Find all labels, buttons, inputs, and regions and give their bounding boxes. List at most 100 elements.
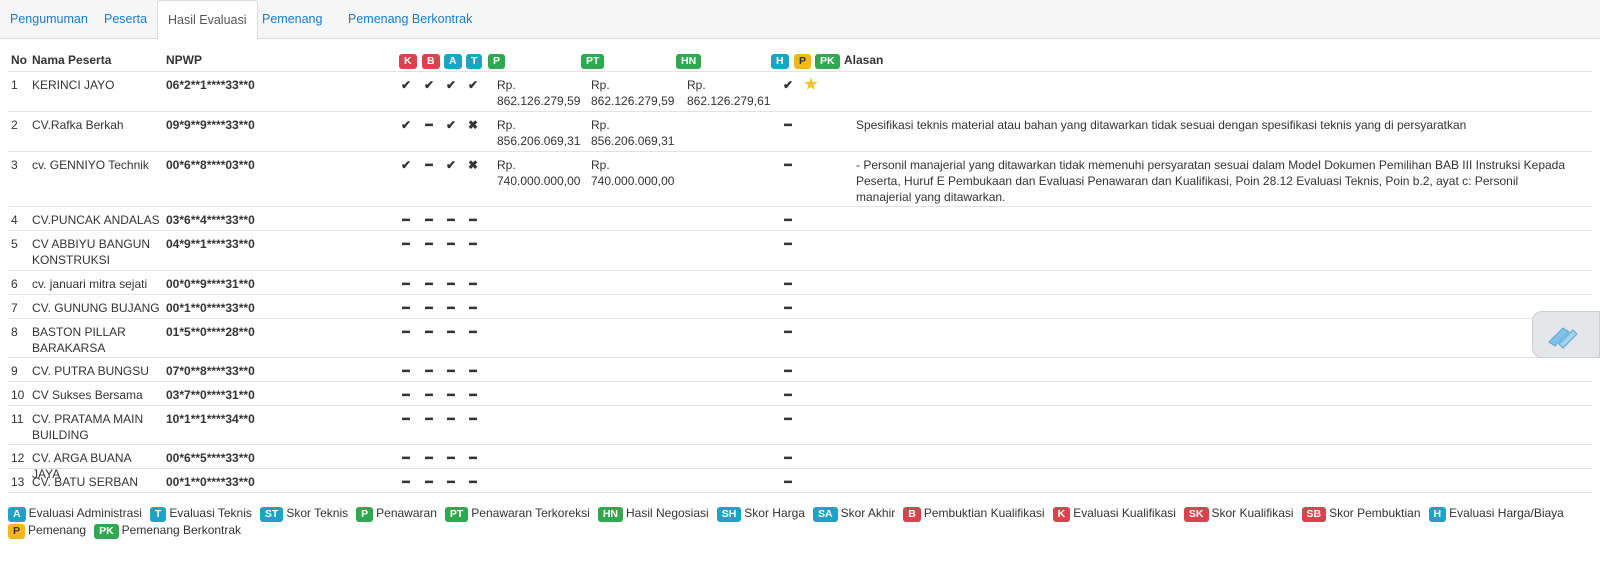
- check-icon: ✔: [400, 118, 412, 132]
- check-icon: ✔: [782, 78, 794, 92]
- row-no: 6: [11, 277, 18, 291]
- row-no: 11: [11, 412, 24, 426]
- participant-name: CV Sukses Bersama: [32, 388, 143, 402]
- participant-name: CV. PRATAMA MAIN BUILDING: [32, 412, 144, 442]
- dash-icon: ━: [402, 277, 410, 291]
- penawaran-terkoreksi-value: Rp. 740.000.000,00: [591, 158, 675, 188]
- floating-pencil-button[interactable]: [1532, 311, 1600, 358]
- legend-item: SK Skor Kualifikasi: [1183, 505, 1294, 522]
- dash-icon: ━: [425, 475, 433, 489]
- legend-badge: ST: [259, 507, 284, 522]
- dash-icon: ━: [469, 364, 477, 378]
- legend-label: Skor Teknis: [286, 506, 349, 520]
- tab-pemenang-berkontrak[interactable]: Pemenang Berkontrak: [338, 0, 482, 39]
- dash-icon: ━: [447, 277, 455, 291]
- header-badge-pemenang: P: [794, 54, 812, 69]
- table-row: 11 CV. PRATAMA MAIN BUILDING 10*1**1****34…: [8, 405, 1592, 444]
- legend-item: SH Skor Harga: [716, 505, 805, 522]
- tab-bar: Pengumuman Peserta Hasil Evaluasi Pemena…: [0, 0, 1600, 40]
- legend-item: A Evaluasi Administrasi: [8, 505, 142, 522]
- hasil-negosiasi-value: Rp. 862.126.279,61: [687, 78, 771, 108]
- tab-hasil-evaluasi[interactable]: Hasil Evaluasi: [157, 0, 258, 40]
- participant-name: cv. GENNIYO Technik: [32, 158, 149, 172]
- legend-badge: P: [8, 524, 26, 539]
- participant-npwp: 00*0**9****31**0: [166, 277, 255, 291]
- dash-icon: ━: [469, 451, 477, 465]
- dash-icon: ━: [402, 237, 410, 251]
- participant-name: BASTON PILLAR BARAKARSA: [32, 325, 126, 355]
- check-icon: ✔: [467, 78, 479, 92]
- header-badge-pk: PK: [815, 54, 840, 69]
- dash-icon: ━: [402, 213, 410, 227]
- header-alasan: Alasan: [844, 53, 884, 67]
- header-badge-p: P: [488, 54, 506, 69]
- table-row: 8 BASTON PILLAR BARAKARSA 01*5**0****28**0…: [8, 318, 1592, 357]
- dash-icon: ━: [402, 325, 410, 339]
- header-badge-k: K: [399, 54, 417, 69]
- legend-badge: P: [356, 507, 374, 522]
- tab-peserta[interactable]: Peserta: [94, 0, 157, 39]
- participant-npwp: 00*1**0****33**0: [166, 301, 255, 315]
- legend-item: T Evaluasi Teknis: [149, 505, 252, 522]
- dash-icon: ━: [447, 325, 455, 339]
- dash-icon: ━: [784, 451, 792, 465]
- dash-icon: ━: [784, 388, 792, 402]
- dash-icon: ━: [425, 158, 433, 172]
- row-no: 9: [11, 364, 18, 378]
- header-badge-hn: HN: [676, 54, 702, 69]
- dash-icon: ━: [469, 412, 477, 426]
- dash-icon: ━: [784, 118, 792, 132]
- legend-badge: B: [903, 507, 921, 522]
- header-badge-h: H: [771, 54, 789, 69]
- dash-icon: ━: [784, 475, 792, 489]
- row-no: 2: [11, 118, 18, 132]
- dash-icon: ━: [469, 301, 477, 315]
- dash-icon: ━: [402, 388, 410, 402]
- header-badge-b: B: [422, 54, 440, 69]
- legend-badge: HN: [597, 507, 623, 522]
- legend-item: P Penawaran: [356, 505, 437, 522]
- dash-icon: ━: [447, 412, 455, 426]
- participant-npwp: 04*9**1****33**0: [166, 237, 255, 251]
- participant-npwp: 01*5**0****28**0: [166, 325, 255, 339]
- penawaran-value: Rp. 862.126.279,59: [497, 78, 581, 108]
- dash-icon: ━: [425, 451, 433, 465]
- table-row: 9 CV. PUTRA BUNGSU 07*0**8****33**0 ━ ━ ━ ━ ━: [8, 357, 1592, 381]
- dash-icon: ━: [784, 213, 792, 227]
- legend-label: Hasil Negosiasi: [625, 506, 709, 520]
- tab-pengumuman[interactable]: Pengumuman: [0, 0, 98, 39]
- legend-badge: SK: [1183, 507, 1209, 522]
- legend-badge: SB: [1301, 507, 1327, 522]
- table-row: 4 CV.PUNCAK ANDALAS 03*6**4****33**0 ━ ━ ━ ━ ━: [8, 206, 1592, 230]
- participant-npwp: 06*2**1****33**0: [166, 78, 255, 92]
- participant-name: cv. januari mitra sejati: [32, 277, 148, 291]
- legend-label: Pembuktian Kualifikasi: [923, 506, 1045, 520]
- dash-icon: ━: [425, 388, 433, 402]
- dash-icon: ━: [447, 451, 455, 465]
- dash-icon: ━: [784, 301, 792, 315]
- legend-badge: PK: [94, 524, 119, 539]
- legend-label: Evaluasi Harga/Biaya: [1449, 506, 1564, 520]
- table-row: 7 CV. GUNUNG BUJANG 00*1**0****33**0 ━ ━ ━ ━ ━: [8, 294, 1592, 318]
- check-icon: ✔: [445, 158, 457, 172]
- legend-item: PT Penawaran Terkoreksi: [444, 505, 590, 522]
- dash-icon: ━: [447, 213, 455, 227]
- tab-pemenang[interactable]: Pemenang: [252, 0, 332, 39]
- table-row: 10 CV Sukses Bersama 03*7**0****31**0 ━ ━ ━ ━ ━: [8, 381, 1592, 405]
- dash-icon: ━: [447, 237, 455, 251]
- cross-icon: ✖: [467, 118, 479, 132]
- participant-npwp: 00*6**5****33**0: [166, 451, 255, 465]
- legend-badge: PT: [444, 507, 469, 522]
- table-row: 2 CV.Rafka Berkah 09*9**9****33**0 ✔ ━ ✔ ✖ Rp. …: [8, 111, 1592, 151]
- dash-icon: ━: [425, 364, 433, 378]
- legend-badge: SA: [812, 507, 838, 522]
- legend-label: Skor Harga: [744, 506, 805, 520]
- legend-badge: SH: [716, 507, 742, 522]
- participant-npwp: 00*6**8****03**0: [166, 158, 255, 172]
- legend-label: Evaluasi Kualifikasi: [1073, 506, 1176, 520]
- legend-label: Evaluasi Administrasi: [28, 506, 142, 520]
- header-badge-a: A: [444, 54, 462, 69]
- dash-icon: ━: [469, 388, 477, 402]
- legend-item: HN Hasil Negosiasi: [597, 505, 709, 522]
- table-row: 6 cv. januari mitra sejati 00*0**9****31**…: [8, 270, 1592, 294]
